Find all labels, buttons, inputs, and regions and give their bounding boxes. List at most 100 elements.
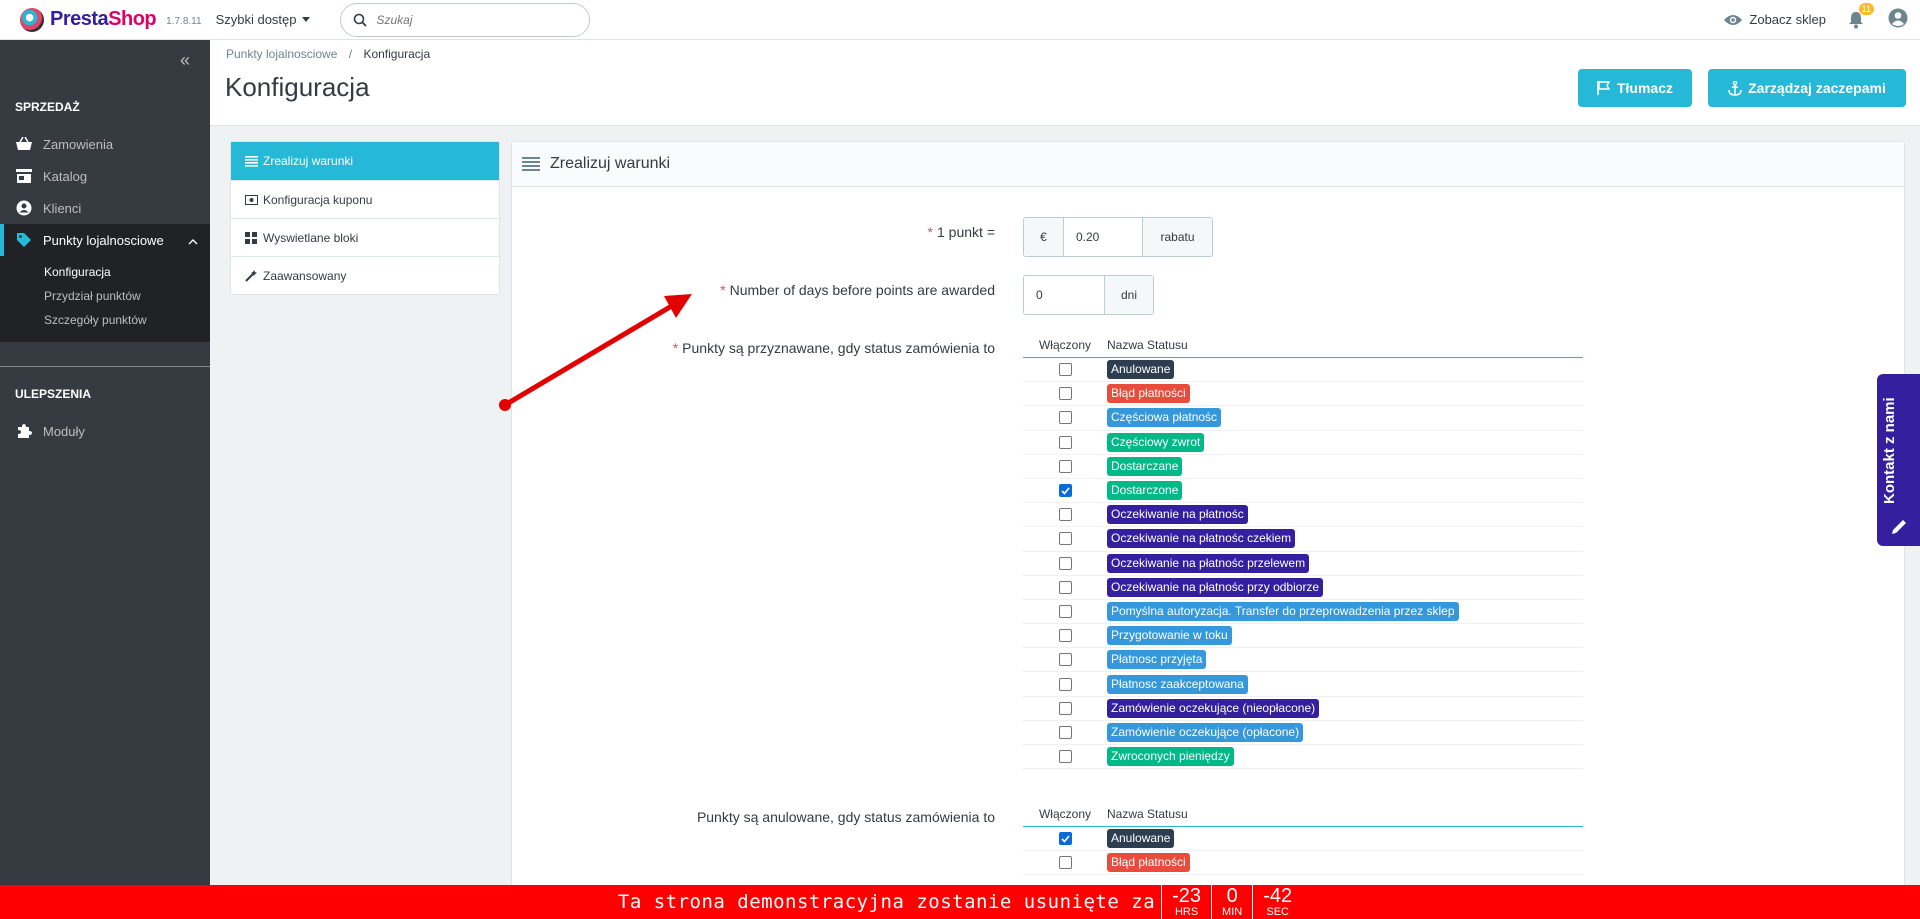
status-checkbox[interactable]	[1058, 484, 1072, 498]
status-checkbox[interactable]	[1058, 532, 1072, 546]
table-row: Zwroconych pieniędzy	[1023, 745, 1583, 770]
table-row: Dostarczone	[1023, 479, 1583, 504]
contact-us-tab[interactable]: Kontakt z nami	[1877, 374, 1920, 546]
status-badge: Oczekiwanie na płatnośc czekiem	[1107, 529, 1296, 549]
sidebar-divider	[0, 366, 210, 367]
status-checkbox[interactable]	[1058, 653, 1072, 667]
prestashop-logo[interactable]: PrestaShop	[20, 7, 157, 32]
status-checkbox[interactable]	[1058, 701, 1072, 715]
page-title: Konfiguracja	[225, 72, 370, 102]
tab-displayed-blocks[interactable]: Wyswietlane bloki	[231, 218, 499, 256]
status-badge: Zamówienie oczekujące (nieopłacone)	[1107, 698, 1320, 718]
awarded-row: * Punkty są przyznawane, gdy status zamów…	[512, 340, 995, 360]
sidebar-item-customers[interactable]: Klienci	[0, 192, 210, 224]
cancelled-row: Punkty są anulowane, gdy status zamówien…	[512, 809, 995, 829]
status-badge: Dostarczone	[1107, 481, 1183, 501]
status-badge: Błąd płatności	[1107, 384, 1190, 404]
sidebar-subitem-points-assignment[interactable]: Przydział punktów	[0, 284, 210, 308]
status-checkbox[interactable]	[1058, 629, 1072, 643]
table-row: Anulowane	[1023, 358, 1583, 383]
sidebar-item-orders[interactable]: Zamowienia	[0, 128, 210, 160]
point-suffix-addon: rabatu	[1142, 218, 1212, 256]
sidebar-item-catalog[interactable]: Katalog	[0, 160, 210, 192]
status-badge: Zwroconych pieniędzy	[1107, 747, 1234, 767]
status-checkbox[interactable]	[1058, 677, 1072, 691]
sidebar-subitem-points-details[interactable]: Szczegóły punktów	[0, 308, 210, 332]
manage-hooks-button[interactable]: Zarządzaj zaczepami	[1708, 69, 1906, 107]
status-checkbox[interactable]	[1058, 856, 1072, 870]
version-label: 1.7.8.11	[166, 16, 202, 27]
status-badge: Częściowy zwrot	[1107, 432, 1205, 452]
translate-label: Tłumacz	[1616, 80, 1673, 96]
search-input[interactable]	[376, 12, 567, 27]
panel-header: Zrealizuj warunki	[512, 142, 1904, 187]
sidebar-item-label: Moduły	[43, 423, 85, 439]
quick-access-dropdown[interactable]: Szybki dostęp	[216, 12, 310, 27]
cancelled-status-table: Włączony Nazwa Statusu Anulowane Błąd pła…	[1023, 802, 1583, 876]
eye-icon	[1724, 14, 1743, 25]
breadcrumb-parent-link[interactable]: Punkty lojalnosciowe	[226, 47, 337, 61]
status-checkbox[interactable]	[1058, 580, 1072, 594]
sidebar-subitem-configuration[interactable]: Konfiguracja	[0, 260, 210, 284]
days-input[interactable]	[1024, 276, 1104, 314]
table-row: Częściowa płatnośc	[1023, 406, 1583, 431]
notifications-badge: 11	[1858, 2, 1874, 15]
col-status-name: Nazwa Statusu	[1107, 807, 1188, 821]
sidebar-item-label: Zamowienia	[43, 136, 114, 152]
countdown-minutes: 0 MIN	[1211, 885, 1252, 919]
table-row: Oczekiwanie na płatnośc czekiem	[1023, 527, 1583, 552]
table-row: Częściowy zwrot	[1023, 431, 1583, 455]
demo-countdown-bar: Ta strona demonstracyjna zostanie usunię…	[0, 885, 1920, 919]
tag-icon	[15, 232, 33, 248]
notifications-button[interactable]: 11	[1848, 2, 1874, 29]
status-checkbox[interactable]	[1058, 604, 1072, 618]
translate-button[interactable]: Tłumacz	[1578, 69, 1692, 107]
table-row: Płatnosc zaakceptowana	[1023, 672, 1583, 697]
tab-redeem-conditions[interactable]: Zrealizuj warunki	[231, 142, 499, 180]
status-checkbox[interactable]	[1058, 508, 1072, 522]
status-checkbox[interactable]	[1058, 435, 1072, 449]
table-row: Przygotowanie w toku	[1023, 624, 1583, 649]
account-circle-icon	[15, 200, 33, 216]
status-checkbox[interactable]	[1058, 832, 1072, 846]
status-badge: Oczekiwanie na płatnośc przelewem	[1107, 553, 1310, 573]
point-value-input[interactable]	[1064, 218, 1142, 256]
search-box[interactable]	[339, 2, 590, 37]
logo-text: PrestaShop	[50, 8, 157, 30]
sidebar-section-sales: SPRZEDAŻ	[15, 100, 80, 114]
status-checkbox[interactable]	[1058, 750, 1072, 764]
view-shop-link[interactable]: Zobacz sklep	[1723, 12, 1826, 27]
tab-advanced[interactable]: Zaawansowany	[231, 256, 499, 294]
status-badge: Dostarczane	[1107, 456, 1183, 476]
prestashop-logo-icon	[20, 7, 44, 32]
table-row: Anulowane	[1023, 827, 1583, 852]
status-checkbox[interactable]	[1058, 459, 1072, 473]
sidebar-item-loyalty-points[interactable]: Punkty lojalnosciowe	[0, 224, 210, 256]
tab-voucher-config[interactable]: Konfiguracja kuponu	[231, 180, 499, 218]
status-badge: Oczekiwanie na płatnośc	[1107, 505, 1248, 525]
sidebar-section-improve: ULEPSZENIA	[15, 387, 92, 401]
status-badge: Częściowa płatnośc	[1107, 408, 1222, 428]
table-row: Oczekiwanie na płatnośc przy odbiorze	[1023, 576, 1583, 600]
required-mark: *	[927, 224, 933, 240]
caret-down-icon	[301, 17, 310, 22]
status-checkbox[interactable]	[1058, 411, 1072, 425]
table-row: Błąd płatności	[1023, 382, 1583, 407]
pencil-icon	[1892, 520, 1906, 534]
col-status-name: Nazwa Statusu	[1107, 338, 1188, 352]
table-row: Zamówienie oczekujące (opłacone)	[1023, 721, 1583, 745]
status-checkbox[interactable]	[1058, 556, 1072, 570]
user-account-button[interactable]	[1888, 8, 1908, 31]
status-checkbox[interactable]	[1058, 725, 1072, 739]
status-checkbox[interactable]	[1058, 363, 1072, 377]
sidebar-item-modules[interactable]: Moduły	[0, 415, 210, 447]
flag-icon	[1597, 81, 1611, 95]
status-checkbox[interactable]	[1058, 387, 1072, 401]
list-icon	[522, 157, 540, 171]
table-row: Oczekiwanie na płatnośc	[1023, 503, 1583, 528]
status-badge: Zamówienie oczekujące (opłacone)	[1107, 722, 1304, 742]
collapse-sidebar-button[interactable]: «	[0, 40, 210, 80]
tab-label: Zaawansowany	[263, 268, 347, 283]
config-tabs: Zrealizuj warunki Konfiguracja kuponu Wy…	[230, 141, 500, 295]
tab-label: Konfiguracja kuponu	[263, 192, 373, 207]
